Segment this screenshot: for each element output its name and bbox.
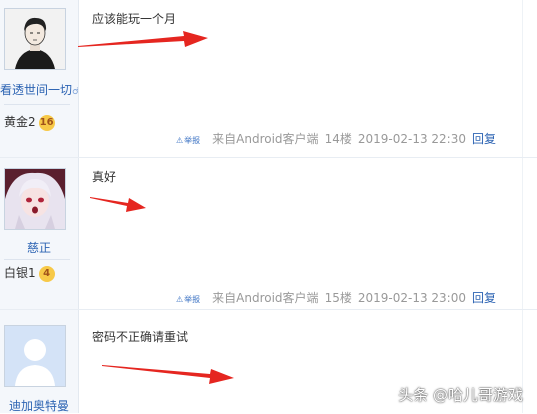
reply-button[interactable]: 回复 <box>472 132 496 146</box>
report-link[interactable]: ⚠举报 <box>176 295 200 304</box>
red-arrow-annotation-1 <box>78 31 208 47</box>
user-level: 黄金2 16 <box>4 113 55 131</box>
default-avatar-icon <box>5 326 65 386</box>
client-source: 来自Android客户端 <box>212 291 319 305</box>
male-icon: ♂ <box>72 87 78 97</box>
watermark: 头条 @哈儿哥游戏 <box>398 386 523 404</box>
level-badge: 16 <box>38 114 55 131</box>
post-time: 2019-02-13 22:30 <box>357 132 466 146</box>
avatar[interactable] <box>4 168 66 230</box>
level-name: 黄金2 <box>4 115 36 129</box>
sidebar-divider <box>4 259 70 260</box>
avatar[interactable] <box>4 325 66 387</box>
reply-button[interactable]: 回复 <box>472 291 496 305</box>
red-arrow-annotation-3 <box>102 365 234 384</box>
post-content: 密码不正确请重试 <box>92 330 189 344</box>
username-text[interactable]: 迪加奥特曼 <box>9 399 69 413</box>
username-link[interactable]: 慈正 <box>0 239 78 256</box>
user-avatar-icon <box>5 9 65 69</box>
red-arrow-annotation-2 <box>90 197 146 212</box>
post-tail: ⚠举报 来自Android客户端 14楼 2019-02-13 22:30 回复 <box>170 130 496 147</box>
sidebar-divider <box>4 104 70 105</box>
level-name: 白银1 <box>4 266 36 280</box>
report-link[interactable]: ⚠举报 <box>176 136 200 145</box>
client-source: 来自Android客户端 <box>212 132 319 146</box>
post-time: 2019-02-13 23:00 <box>357 291 466 305</box>
thread-page: 看透世间一切♂ 黄金2 16 应该能玩一个月 ⚠举报 来自Android客户端 14楼… <box>0 0 537 413</box>
username-link[interactable]: 迪加奥特曼 <box>0 397 78 414</box>
post-floor-14: 看透世间一切♂ 黄金2 16 应该能玩一个月 ⚠举报 来自Android客户端 14楼… <box>0 0 537 157</box>
level-badge: 4 <box>38 265 55 282</box>
post-tail: ⚠举报 来自Android客户端 15楼 2019-02-13 23:00 回复 <box>170 289 496 306</box>
username-text[interactable]: 看透世间一切 <box>0 83 72 97</box>
post-content: 真好 <box>92 170 117 184</box>
avatar[interactable] <box>4 8 66 70</box>
post-content: 应该能玩一个月 <box>92 12 177 26</box>
floor-number: 15楼 <box>324 291 352 305</box>
user-level: 白银1 4 <box>4 264 55 282</box>
user-avatar-icon <box>5 169 65 229</box>
post-floor-15: 慈正 白银1 4 真好 ⚠举报 来自Android客户端 15楼 2019-02-13 … <box>0 158 537 308</box>
floor-number: 14楼 <box>324 132 352 146</box>
username-text[interactable]: 慈正 <box>27 241 51 255</box>
username-link[interactable]: 看透世间一切♂ <box>0 81 78 98</box>
